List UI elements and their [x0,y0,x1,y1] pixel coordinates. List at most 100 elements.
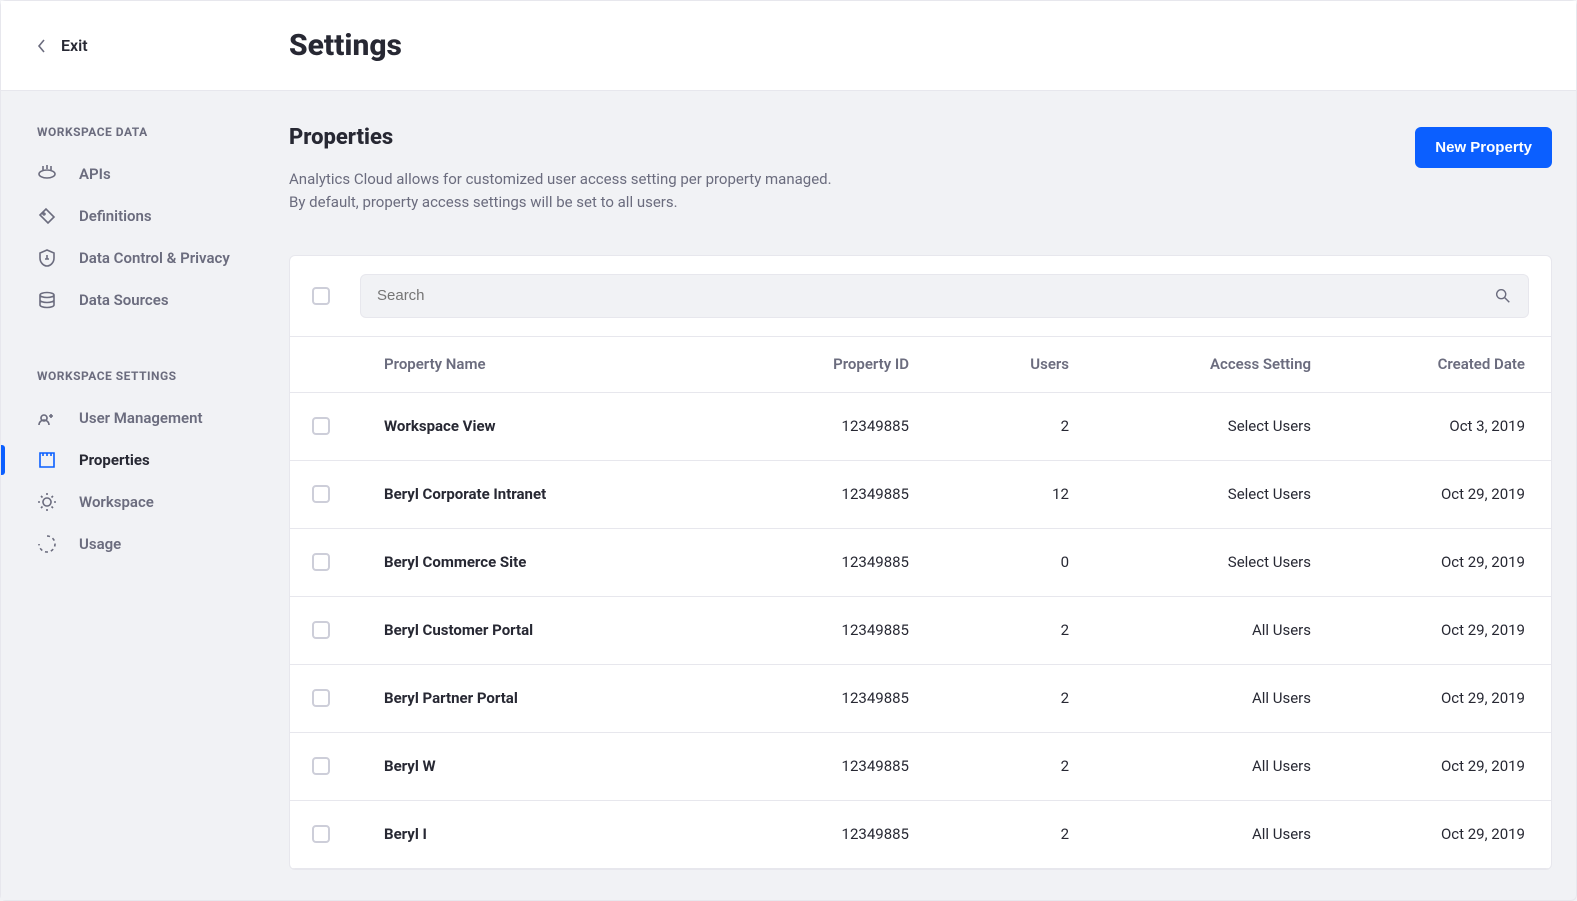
cell-users: 0 [949,553,1109,571]
api-icon [37,164,57,184]
chevron-left-icon [37,38,47,54]
cell-id: 12349885 [749,417,949,435]
tag-icon [37,206,57,226]
sidebar-group-data: WORKSPACE DATA APIs Definitions Data Con… [1,125,289,321]
cell-users: 2 [949,689,1109,707]
cell-name: Beryl I [384,825,749,843]
exit-label: Exit [61,36,88,55]
main-content: Properties Analytics Cloud allows for cu… [289,91,1576,900]
sidebar-group-settings: WORKSPACE SETTINGS User Management Prope… [1,369,289,565]
cell-name: Beryl Customer Portal [384,621,749,639]
cell-created: Oct 3, 2019 [1329,417,1529,435]
new-property-button[interactable]: New Property [1415,127,1552,168]
sidebar: WORKSPACE DATA APIs Definitions Data Con… [1,91,289,900]
sidebar-item-label: Data Control & Privacy [79,249,230,267]
cell-created: Oct 29, 2019 [1329,825,1529,843]
sidebar-item-data-control[interactable]: Data Control & Privacy [1,237,289,279]
sidebar-item-usage[interactable]: Usage [1,523,289,565]
col-access: Access Setting [1109,355,1329,373]
cell-id: 12349885 [749,825,949,843]
sidebar-item-label: APIs [79,165,111,183]
cell-access: All Users [1109,757,1329,775]
cell-id: 12349885 [749,485,949,503]
col-users: Users [949,355,1109,373]
gear-icon [37,492,57,512]
table-row[interactable]: Beryl Commerce Site123498850Select Users… [290,529,1551,597]
sidebar-group-title: WORKSPACE SETTINGS [1,369,289,397]
cell-name: Workspace View [384,417,749,435]
properties-table-card: Property Name Property ID Users Access S… [289,255,1552,870]
select-all-checkbox[interactable] [312,287,330,305]
cell-id: 12349885 [749,757,949,775]
usage-icon [37,534,57,554]
section-desc-line2: By default, property access settings wil… [289,191,832,214]
row-checkbox[interactable] [312,621,330,639]
exit-button[interactable]: Exit [1,36,289,55]
cell-access: All Users [1109,621,1329,639]
cell-users: 2 [949,825,1109,843]
topbar: Exit Settings [1,1,1576,91]
properties-icon [37,450,57,470]
sidebar-item-label: Definitions [79,207,152,225]
cell-id: 12349885 [749,621,949,639]
search-input[interactable] [377,287,1494,304]
shield-icon [37,248,57,268]
sidebar-item-label: User Management [79,409,203,427]
cell-created: Oct 29, 2019 [1329,757,1529,775]
cell-users: 2 [949,417,1109,435]
table-row[interactable]: Beryl Corporate Intranet1234988512Select… [290,461,1551,529]
row-checkbox[interactable] [312,757,330,775]
sidebar-item-user-management[interactable]: User Management [1,397,289,439]
col-property-name: Property Name [384,355,749,373]
sidebar-item-label: Data Sources [79,291,169,309]
users-icon [37,408,57,428]
table-row[interactable]: Beryl Partner Portal123498852All UsersOc… [290,665,1551,733]
sidebar-item-data-sources[interactable]: Data Sources [1,279,289,321]
table-row[interactable]: Workspace View123498852Select UsersOct 3… [290,393,1551,461]
table-row[interactable]: Beryl W123498852All UsersOct 29, 2019 [290,733,1551,801]
sidebar-item-label: Properties [79,451,150,469]
cell-access: All Users [1109,689,1329,707]
row-checkbox[interactable] [312,417,330,435]
cell-id: 12349885 [749,553,949,571]
sidebar-item-properties[interactable]: Properties [1,439,289,481]
cell-name: Beryl W [384,757,749,775]
col-property-id: Property ID [749,355,949,373]
table-row[interactable]: Beryl I123498852All UsersOct 29, 2019 [290,801,1551,869]
cell-users: 2 [949,621,1109,639]
row-checkbox[interactable] [312,825,330,843]
table-toolbar [290,256,1551,337]
table-row[interactable]: Beryl Customer Portal123498852All UsersO… [290,597,1551,665]
page-title: Settings [289,28,402,63]
cell-id: 12349885 [749,689,949,707]
row-checkbox[interactable] [312,485,330,503]
cell-users: 12 [949,485,1109,503]
sidebar-item-label: Workspace [79,493,154,511]
cell-access: Select Users [1109,553,1329,571]
search-icon [1494,287,1512,305]
section-header: Properties Analytics Cloud allows for cu… [289,125,1552,215]
cell-created: Oct 29, 2019 [1329,689,1529,707]
cell-name: Beryl Corporate Intranet [384,485,749,503]
col-created: Created Date [1329,355,1529,373]
cell-created: Oct 29, 2019 [1329,621,1529,639]
cell-access: Select Users [1109,485,1329,503]
cell-name: Beryl Commerce Site [384,553,749,571]
sidebar-item-label: Usage [79,535,121,553]
cell-created: Oct 29, 2019 [1329,553,1529,571]
cell-users: 2 [949,757,1109,775]
sidebar-item-definitions[interactable]: Definitions [1,195,289,237]
section-desc-line1: Analytics Cloud allows for customized us… [289,168,832,191]
section-header-text: Properties Analytics Cloud allows for cu… [289,125,832,215]
cell-access: Select Users [1109,417,1329,435]
sidebar-group-title: WORKSPACE DATA [1,125,289,153]
search-box [360,274,1529,318]
row-checkbox[interactable] [312,689,330,707]
row-checkbox[interactable] [312,553,330,571]
section-title: Properties [289,125,832,150]
database-icon [37,290,57,310]
sidebar-item-workspace[interactable]: Workspace [1,481,289,523]
cell-created: Oct 29, 2019 [1329,485,1529,503]
sidebar-item-apis[interactable]: APIs [1,153,289,195]
cell-access: All Users [1109,825,1329,843]
